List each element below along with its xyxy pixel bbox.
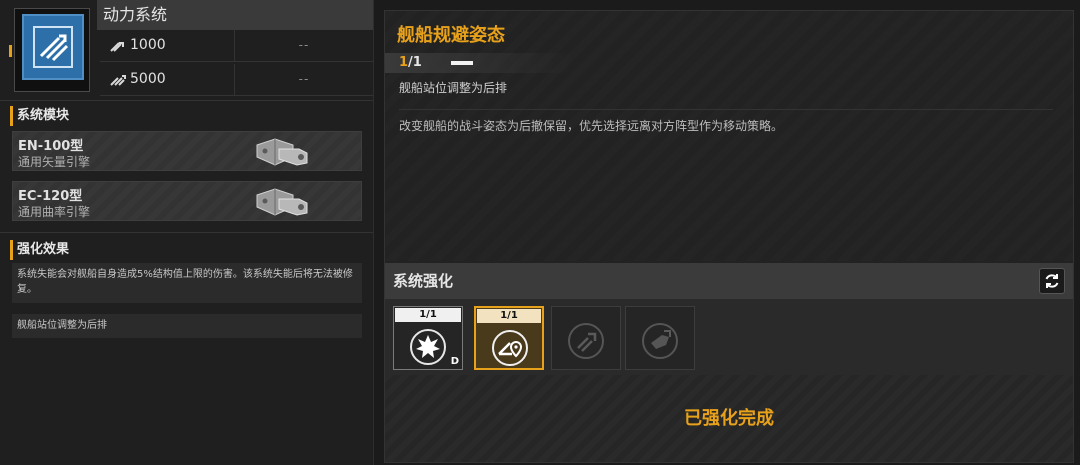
module-name: EC-120型	[18, 189, 83, 204]
stat-secondary: --	[298, 72, 310, 86]
divider	[0, 232, 373, 233]
stat-secondary: --	[298, 38, 310, 52]
effect-item: 系统失能会对舰船自身造成5%结构值上限的伤害。该系统失能后将无法被修复。	[12, 263, 362, 303]
completion-area: 已强化完成	[385, 375, 1073, 462]
thrust-icon	[110, 42, 124, 52]
slot-count: 1/1	[395, 308, 461, 322]
enhancement-slots: 1/1 D 1/1	[385, 299, 1073, 375]
module-name: EN-100型	[18, 139, 84, 154]
system-detail-panel: 动力系统 1000 -- 5000 -- 系统模块 EN-100型 通用矢量引擎	[0, 0, 374, 465]
slot-count: 1/1	[477, 309, 541, 323]
background-pattern	[385, 11, 1073, 261]
level-max: /1	[408, 55, 422, 70]
module-type: 通用曲率引擎	[18, 205, 91, 219]
stat-row: 5000 --	[100, 64, 373, 96]
enhancement-slot-move[interactable]	[625, 306, 695, 370]
warp-icon	[110, 75, 126, 86]
module-card-en100[interactable]: EN-100型 通用矢量引擎	[12, 131, 362, 171]
stance-subtitle: 舰船站位调整为后排	[399, 81, 508, 95]
system-title: 动力系统	[97, 0, 373, 30]
engine-module-icon	[256, 138, 308, 166]
completion-status: 已强化完成	[684, 408, 774, 429]
warp-value: 5000	[130, 71, 166, 87]
stance-level-bar: 1/1	[385, 53, 573, 73]
slot-badge: D	[450, 356, 459, 367]
divider	[0, 100, 373, 101]
stance-level: 1/1	[399, 53, 422, 73]
enhancement-header: 系统强化	[385, 263, 1073, 299]
ship-move-icon	[642, 323, 678, 359]
level-current: 1	[399, 55, 409, 70]
refresh-icon	[1045, 274, 1059, 288]
stance-title: 舰船规避姿态	[397, 25, 505, 46]
level-pip	[451, 61, 473, 65]
modules-heading: 系统模块	[10, 106, 69, 126]
selection-marker	[9, 45, 12, 57]
enhancement-slot-thrust[interactable]	[551, 306, 621, 370]
effects-heading: 强化效果	[10, 240, 69, 260]
propulsion-system-icon[interactable]	[22, 14, 84, 80]
thrust-value: 1000	[130, 37, 166, 53]
stat-cell: 1000	[100, 30, 235, 61]
module-type: 通用矢量引擎	[18, 155, 91, 169]
enhancement-slot-retreat[interactable]: 1/1	[474, 306, 544, 370]
refresh-button[interactable]	[1039, 268, 1065, 294]
divider	[399, 109, 1053, 110]
engine-thrust-icon	[568, 323, 604, 359]
effect-item: 舰船站位调整为后排	[12, 314, 362, 338]
module-card-ec120[interactable]: EC-120型 通用曲率引擎	[12, 181, 362, 221]
enhancement-panel: 舰船规避姿态 1/1 舰船站位调整为后排 改变舰船的战斗姿态为后撤保留，优先选择…	[384, 10, 1074, 463]
stat-cell: 5000	[100, 64, 235, 95]
enhancement-slot-burst[interactable]: 1/1 D	[393, 306, 463, 370]
stat-row: 1000 --	[100, 30, 373, 62]
engine-module-icon	[256, 188, 308, 216]
burst-icon	[410, 329, 446, 365]
stance-description: 改变舰船的战斗姿态为后撤保留，优先选择远离对方阵型作为移动策略。	[399, 119, 784, 133]
system-header: 动力系统 1000 -- 5000 --	[0, 0, 373, 100]
enhancement-title: 系统强化	[393, 272, 454, 290]
retreat-position-icon	[492, 330, 528, 366]
